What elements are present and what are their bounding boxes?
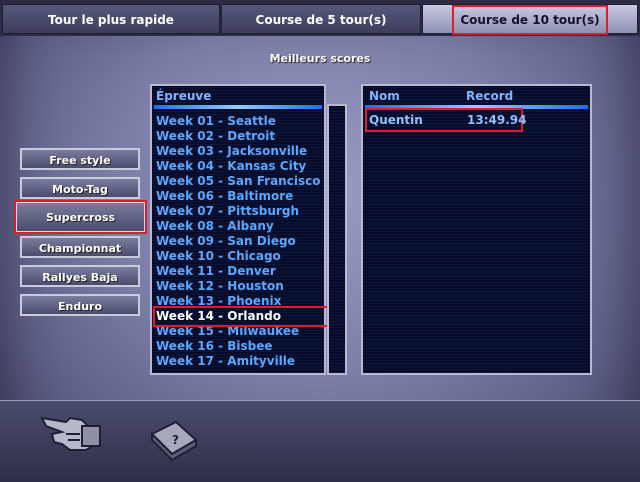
tab-10-laps[interactable]: Course de 10 tour(s) [422,4,638,35]
event-item[interactable]: Week 06 - Baltimore [156,189,326,204]
header-divider [154,105,322,109]
event-item[interactable]: Week 15 - Milwaukee [156,324,326,339]
event-list-scrollbar[interactable] [327,104,347,375]
event-item[interactable]: Week 03 - Jacksonville [156,144,326,159]
event-item[interactable]: Week 12 - Houston [156,279,326,294]
category-rallyes-baja[interactable]: Rallyes Baja [20,265,140,287]
event-item[interactable]: Week 17 - Amityville [156,354,326,369]
record-column-header: Record [466,89,514,103]
page-title: Meilleurs scores [269,52,371,65]
scores-panel: Nom Record Quentin 13:49.94 [361,84,592,375]
event-item[interactable]: Week 11 - Denver [156,264,326,279]
tab-label: Course de 5 tour(s) [255,13,387,27]
header-divider [365,105,588,109]
event-item[interactable]: Week 09 - San Diego [156,234,326,249]
event-item[interactable]: Week 05 - San Francisco [156,174,326,189]
event-item[interactable]: Week 07 - Pittsburgh [156,204,326,219]
event-column-header: Épreuve [156,89,212,103]
tab-5-laps[interactable]: Course de 5 tour(s) [221,4,421,34]
event-item[interactable]: Week 02 - Detroit [156,129,326,144]
category-moto-tag[interactable]: Moto-Tag [20,177,140,199]
tab-label: Tour le plus rapide [48,13,174,27]
pointing-hand-icon[interactable] [36,404,106,458]
event-list-panel: Épreuve Week 01 - Seattle Week 02 - Detro… [150,84,329,375]
tab-bar: Tour le plus rapide Course de 5 tour(s) … [0,0,640,36]
help-book-icon[interactable]: ? [148,418,200,462]
record-time: 13:49.94 [467,113,527,127]
category-enduro[interactable]: Enduro [20,294,140,316]
event-list: Week 01 - Seattle Week 02 - Detroit Week 0… [153,114,329,369]
name-column-header: Nom [369,89,400,103]
event-item[interactable]: Week 04 - Kansas City [156,159,326,174]
player-name: Quentin [369,113,423,127]
event-item-selected[interactable]: Week 14 - Orlando [153,306,329,327]
event-item[interactable]: Week 16 - Bisbee [156,339,326,354]
tab-fastest-lap[interactable]: Tour le plus rapide [2,4,220,34]
tab-label: Course de 10 tour(s) [452,5,608,35]
category-free-style[interactable]: Free style [20,148,140,170]
category-supercross[interactable]: Supercross [14,200,147,234]
category-championnat[interactable]: Championnat [20,236,140,258]
event-item[interactable]: Week 13 - Phoenix [156,294,326,309]
event-item[interactable]: Week 08 - Albany [156,219,326,234]
event-item[interactable]: Week 01 - Seattle [156,114,326,129]
event-item[interactable]: Week 10 - Chicago [156,249,326,264]
score-row[interactable]: Quentin 13:49.94 [365,108,526,132]
svg-text:?: ? [172,433,179,447]
